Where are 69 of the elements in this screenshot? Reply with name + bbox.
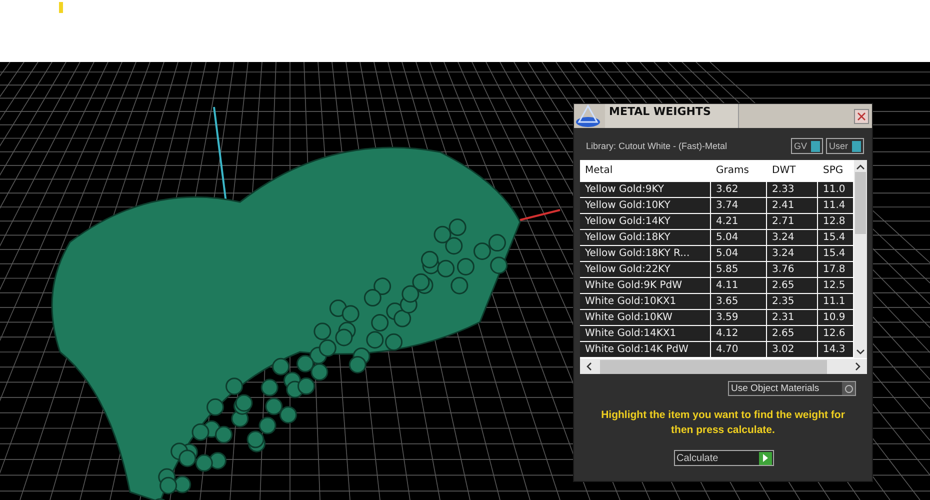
table-cell: 3.74 bbox=[711, 198, 767, 214]
toggle-button[interactable]: GV bbox=[790, 138, 823, 154]
circle-icon bbox=[842, 382, 855, 395]
table-cell: 2.71 bbox=[767, 214, 818, 230]
table-cell: White Gold:9K PdW bbox=[580, 278, 711, 294]
scroll-down-icon[interactable] bbox=[856, 349, 865, 355]
table-cell: 10.9 bbox=[818, 310, 854, 326]
instruction-text: Highlight the item you want to find the weight for then press calculate. bbox=[600, 408, 846, 438]
table-cell: 3.62 bbox=[711, 182, 767, 198]
table-cell: 15.4 bbox=[818, 246, 854, 262]
table-cell: 14.3 bbox=[818, 342, 854, 358]
table-cell: 2.35 bbox=[767, 294, 818, 310]
vertical-scrollbar[interactable] bbox=[854, 160, 867, 358]
close-icon bbox=[857, 112, 866, 120]
scroll-up-icon[interactable] bbox=[856, 164, 865, 170]
table-cell: 12.6 bbox=[818, 326, 854, 342]
table-cell: Yellow Gold:10KY bbox=[580, 198, 711, 214]
table-cell: 5.85 bbox=[711, 262, 767, 278]
table-cell: 11.4 bbox=[818, 198, 854, 214]
table-cell: Yellow Gold:22KY bbox=[580, 262, 711, 278]
table-cell: 3.76 bbox=[767, 262, 818, 278]
library-label: Library: Cutout White - (Fast)-Metal bbox=[586, 141, 728, 151]
table-cell: 5.04 bbox=[711, 230, 767, 246]
horizontal-scrollbar[interactable] bbox=[580, 358, 867, 374]
table-cell: 4.11 bbox=[711, 278, 767, 294]
play-icon bbox=[758, 452, 772, 464]
table-cell: 5.04 bbox=[711, 246, 767, 262]
table-cell: 4.12 bbox=[711, 326, 767, 342]
table-cell: 4.70 bbox=[711, 342, 767, 358]
table-cell: Yellow Gold:18KY bbox=[580, 230, 711, 246]
toggle-button[interactable]: User bbox=[826, 138, 864, 154]
calculate-button[interactable]: Calculate bbox=[674, 450, 774, 466]
table-cell: 2.33 bbox=[767, 182, 818, 198]
toggle-label: User bbox=[828, 141, 848, 151]
table-cell: Yellow Gold:18KY R... bbox=[580, 246, 711, 262]
table-cell: 4.21 bbox=[711, 214, 767, 230]
toggle-label: GV bbox=[794, 141, 807, 151]
table-cell: 15.4 bbox=[818, 230, 854, 246]
table-cell: 3.02 bbox=[767, 342, 818, 358]
use-object-materials-toggle[interactable]: Use Object Materials bbox=[728, 381, 856, 396]
scroll-right-icon[interactable] bbox=[855, 362, 861, 371]
table-cell: White Gold:14K PdW bbox=[580, 342, 711, 358]
table-cell: White Gold:10KX1 bbox=[580, 294, 711, 310]
close-button[interactable] bbox=[854, 108, 869, 124]
table-cell: 17.8 bbox=[818, 262, 854, 278]
table-cell: 3.24 bbox=[767, 230, 818, 246]
table-cell: 12.5 bbox=[818, 278, 854, 294]
table-cell: 3.24 bbox=[767, 246, 818, 262]
table-cell: 2.65 bbox=[767, 326, 818, 342]
table-cell: 2.65 bbox=[767, 278, 818, 294]
marker-bar bbox=[59, 2, 63, 13]
scrollbar-thumb[interactable] bbox=[855, 172, 866, 234]
axis-line bbox=[520, 209, 560, 221]
table-cell: 12.8 bbox=[818, 214, 854, 230]
table-cell: 2.31 bbox=[767, 310, 818, 326]
scroll-left-icon[interactable] bbox=[586, 362, 592, 371]
table-cell: Yellow Gold:9KY bbox=[580, 182, 711, 198]
table-cell: 2.41 bbox=[767, 198, 818, 214]
table-cell: 3.65 bbox=[711, 294, 767, 310]
toggle-label: Use Object Materials bbox=[731, 383, 820, 394]
table-cell: 11.0 bbox=[818, 182, 854, 198]
window-title: METAL WEIGHTS bbox=[605, 104, 739, 128]
table-cell: 11.1 bbox=[818, 294, 854, 310]
table-cell: 3.59 bbox=[711, 310, 767, 326]
table-cell: Yellow Gold:14KY bbox=[580, 214, 711, 230]
scrollbar-thumb[interactable] bbox=[600, 360, 827, 374]
table-cell: White Gold:10KW bbox=[580, 310, 711, 326]
table-cell: White Gold:14KX1 bbox=[580, 326, 711, 342]
pyramid-icon bbox=[575, 104, 601, 128]
